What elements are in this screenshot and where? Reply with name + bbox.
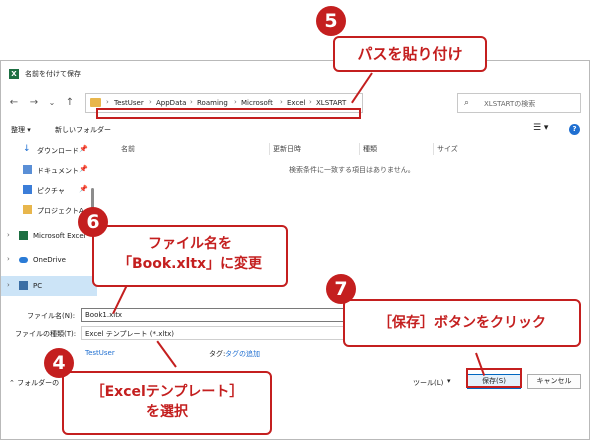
filetype-label: ファイルの種類(T):	[15, 330, 77, 338]
picture-icon	[23, 185, 32, 194]
filename-label: ファイル名(N):	[27, 312, 76, 320]
sidebar-item-label: ピクチャ	[37, 187, 65, 195]
breadcrumb-segment[interactable]: Excel	[287, 99, 306, 107]
sidebar-item-label: プロジェクトA	[37, 207, 84, 215]
tags-link[interactable]: タグの追加	[225, 349, 260, 359]
column-divider	[433, 143, 434, 155]
sidebar-item-pc[interactable]: › PC	[1, 276, 97, 296]
sidebar-item-label: ダウンロード	[37, 147, 79, 155]
organize-button[interactable]: 整理 ▾	[11, 125, 31, 135]
tags-label: タグ:	[209, 350, 226, 358]
chevron-right-icon: ›	[149, 98, 152, 106]
tools-chevron-icon: ▾	[447, 377, 451, 385]
author-value[interactable]: TestUser	[85, 349, 115, 357]
chevron-right-icon: ›	[309, 98, 312, 106]
breadcrumb-segment[interactable]: XLSTART	[316, 99, 346, 107]
new-folder-button[interactable]: 新しいフォルダー	[55, 125, 111, 135]
search-icon: ⌕	[464, 98, 470, 108]
pin-icon: 📌	[79, 185, 88, 193]
column-header-type[interactable]: 種類	[363, 144, 377, 154]
pin-icon: 📌	[79, 145, 88, 153]
sidebar-item-pictures[interactable]: ピクチャ 📌	[1, 180, 97, 200]
callout-4-line2: を選択	[146, 404, 188, 420]
title-bar: X 名前を付けて保存	[1, 61, 589, 87]
callout-5: パスを貼り付け	[333, 36, 487, 72]
chevron-right-icon: ›	[7, 255, 10, 263]
chevron-right-icon: ›	[234, 98, 237, 106]
chevron-up-icon: ⌃	[9, 379, 15, 387]
callout-4-line1: ［Excelテンプレート］	[90, 384, 244, 400]
sidebar-item-label: ドキュメント	[37, 167, 79, 175]
chevron-right-icon: ›	[7, 281, 10, 289]
breadcrumb-segment[interactable]: AppData	[156, 99, 186, 107]
column-header-modified[interactable]: 更新日時	[273, 144, 301, 154]
search-placeholder: XLSTARTの検索	[484, 100, 536, 108]
up-arrow-icon[interactable]: ↑	[63, 96, 77, 110]
download-icon: ↓	[23, 144, 31, 154]
sidebar-item-label: OneDrive	[33, 256, 66, 264]
chevron-right-icon: ›	[7, 231, 10, 239]
excel-icon	[19, 231, 28, 240]
callout-6-line1: ファイル名を	[148, 236, 232, 252]
step-badge-4: 4	[44, 348, 74, 378]
column-divider	[269, 143, 270, 155]
back-arrow-icon[interactable]: ←	[7, 96, 21, 110]
save-button-highlight	[466, 368, 522, 388]
sidebar-item-documents[interactable]: ドキュメント 📌	[1, 160, 97, 180]
callout-6: ファイル名を 「Book.xltx」に変更	[92, 225, 288, 287]
breadcrumb-segment[interactable]: Microsoft	[241, 99, 273, 107]
document-icon	[23, 165, 32, 174]
chevron-right-icon: ›	[106, 98, 109, 106]
chevron-right-icon: ›	[190, 98, 193, 106]
folder-icon	[23, 205, 32, 214]
sidebar-item-label: Microsoft Excel	[33, 232, 86, 240]
column-header-name[interactable]: 名前	[121, 144, 135, 154]
dialog-title: 名前を付けて保存	[25, 70, 81, 78]
cancel-button[interactable]: キャンセル	[527, 374, 581, 389]
hide-folders-label: フォルダーの	[17, 379, 60, 387]
tools-menu[interactable]: ツール(L)	[413, 378, 443, 388]
sidebar-item-label: PC	[33, 282, 43, 290]
column-divider	[359, 143, 360, 155]
pc-icon	[19, 281, 28, 290]
sidebar-item-onedrive[interactable]: › OneDrive	[1, 250, 97, 270]
column-header-size[interactable]: サイズ	[437, 144, 458, 154]
chevron-right-icon: ›	[280, 98, 283, 106]
toolbar: 整理 ▾ 新しいフォルダー ☰ ▾ ?	[1, 120, 589, 140]
callout-7: ［保存］ボタンをクリック	[343, 299, 581, 347]
breadcrumb-segment[interactable]: Roaming	[197, 99, 228, 107]
step-badge-5: 5	[316, 6, 346, 36]
forward-arrow-icon[interactable]: →	[27, 96, 41, 110]
breadcrumb-segment[interactable]: TestUser	[114, 99, 144, 107]
help-icon[interactable]: ?	[569, 124, 580, 135]
address-highlight	[96, 108, 361, 119]
callout-4: ［Excelテンプレート］ を選択	[62, 371, 272, 435]
step-badge-6: 6	[78, 207, 108, 237]
chevron-down-icon[interactable]: ⌄	[45, 96, 59, 110]
hide-folders-toggle[interactable]: ⌃ フォルダーの	[9, 378, 59, 388]
view-options-icon[interactable]: ☰ ▾	[533, 123, 548, 133]
excel-icon: X	[9, 69, 19, 79]
filetype-select[interactable]: Excel テンプレート (*.xltx)	[81, 326, 351, 340]
sidebar-item-downloads[interactable]: ↓ ダウンロード 📌	[1, 140, 97, 160]
folder-icon	[90, 98, 101, 107]
empty-message: 検索条件に一致する項目はありません。	[289, 166, 415, 174]
search-box[interactable]: ⌕ XLSTARTの検索	[457, 93, 581, 113]
pin-icon: 📌	[79, 165, 88, 173]
callout-6-line2: 「Book.xltx」に変更	[117, 256, 263, 272]
step-badge-7: 7	[326, 274, 356, 304]
cloud-icon	[19, 257, 28, 263]
